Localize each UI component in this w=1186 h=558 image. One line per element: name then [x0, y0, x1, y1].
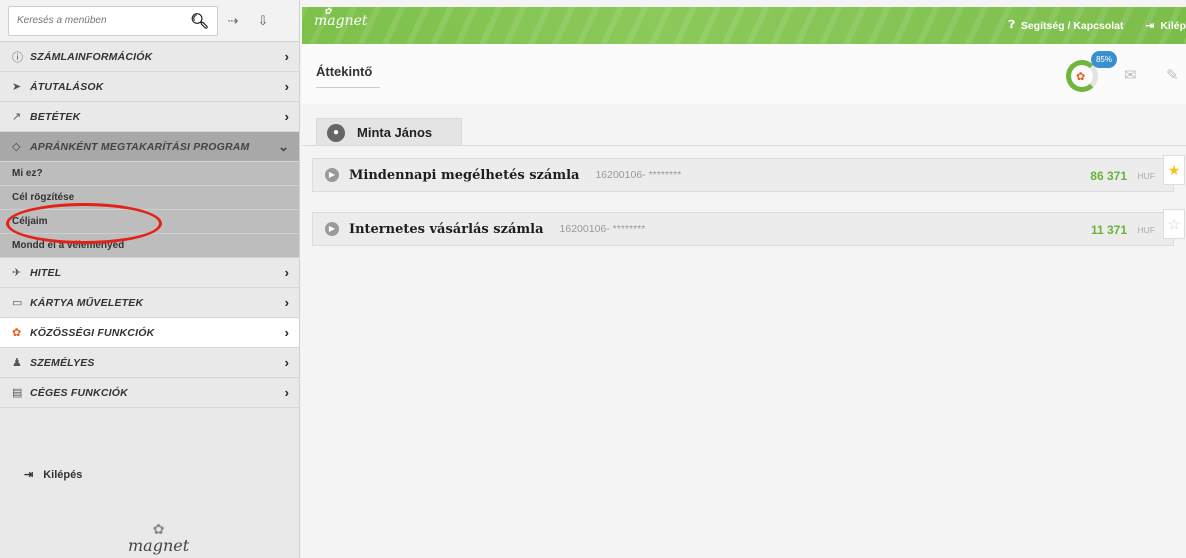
- star-outline-icon[interactable]: ☆: [1163, 209, 1185, 239]
- chevron-right-icon: ›: [284, 109, 289, 124]
- arrow-circle-icon: ➤: [12, 81, 22, 93]
- sidebar-item-label: APRÁNKÉNT MEGTAKARÍTÁSI PROGRAM: [30, 140, 250, 153]
- divider: [302, 145, 1186, 146]
- top-links: ❓︎ Segítség / Kapcsolat ⇥ Kilép: [1009, 7, 1186, 44]
- sidebar-item-szamlainformaciok[interactable]: ⓘ SZÁMLAINFORMÁCIÓK ›: [0, 42, 299, 72]
- search-icon[interactable]: 🔍︎: [190, 12, 209, 30]
- chevron-right-icon: ›: [284, 49, 289, 64]
- account-row[interactable]: ▶ Internetes vásárlás számla 16200106- *…: [312, 209, 1185, 246]
- account-number: 16200106- ********: [559, 223, 646, 235]
- sidebar-item-apranként-megtakaritasi-program[interactable]: ◇ APRÁNKÉNT MEGTAKARÍTÁSI PROGRAM ⌄: [0, 132, 299, 162]
- flower-icon: ✿: [324, 7, 332, 17]
- sidebar-item-kartya-muveletek[interactable]: ▭ KÁRTYA MŰVELETEK ›: [0, 288, 299, 318]
- question-icon: ❓︎: [1008, 19, 1015, 31]
- sidebar-menu: ⓘ SZÁMLAINFORMÁCIÓK › ➤ ÁTUTALÁSOK › ↗ B…: [0, 42, 299, 408]
- logout-icon: ⇥: [24, 469, 34, 481]
- chevron-right-icon: ▶: [325, 222, 339, 236]
- account-balance: 11 371: [1090, 223, 1127, 237]
- account-balance: 86 371: [1090, 169, 1127, 183]
- sidebar-item-label: BETÉTEK: [30, 110, 81, 123]
- chevron-right-icon: ▶: [325, 168, 339, 182]
- sidebar-item-label: KÖZÖSSÉGI FUNKCIÓK: [30, 326, 155, 339]
- brand-text: magnet: [314, 13, 368, 29]
- sidebar-item-label: SZÁMLAINFORMÁCIÓK: [30, 50, 153, 63]
- sidebar-item-label: KÁRTYA MŰVELETEK: [30, 296, 144, 309]
- top-logout-label: Kilép: [1160, 19, 1186, 32]
- topbar: ✿ magnet ❓︎ Segítség / Kapcsolat ⇥ Kilép: [302, 7, 1186, 44]
- community-icon: ✿: [1076, 71, 1086, 83]
- sidebar-item-label: ÁTUTALÁSOK: [30, 80, 104, 93]
- chevron-right-icon: ›: [284, 355, 289, 370]
- sidebar-item-ceges-funkciok[interactable]: ▤ CÉGES FUNKCIÓK ›: [0, 378, 299, 408]
- sidebar-item-kozossegi-funkciok[interactable]: ✿ KÖZÖSSÉGI FUNKCIÓK ›: [0, 318, 299, 348]
- sidebar-item-label: HITEL: [30, 266, 62, 279]
- help-label: Segítség / Kapcsolat: [1020, 19, 1124, 32]
- page-header: Áttekintő ✿ 85% ✉ ✎: [302, 44, 1186, 104]
- progress-badge: 85%: [1091, 51, 1117, 68]
- info-icon: ⓘ: [12, 51, 23, 64]
- help-link[interactable]: ❓︎ Segítség / Kapcsolat: [1009, 19, 1124, 32]
- edit-icon[interactable]: ✎: [1166, 66, 1179, 84]
- submenu-item-mondd-el[interactable]: Mondd el a véleményed: [0, 234, 299, 258]
- sidebar-item-hitel[interactable]: ✈ HITEL ›: [0, 258, 299, 288]
- account-row[interactable]: ▶ Mindennapi megélhetés számla 16200106-…: [312, 155, 1185, 192]
- sidebar-logout-link[interactable]: ⇥ Kilépés: [24, 468, 83, 482]
- sidebar-search-row: 🔍︎ ⇢ ⇩: [0, 0, 299, 42]
- flower-icon: ✿: [152, 521, 165, 537]
- card-icon: ▭: [12, 297, 23, 309]
- chevron-right-icon: ›: [284, 265, 289, 280]
- search-box[interactable]: 🔍︎: [8, 5, 218, 36]
- top-logout-link[interactable]: ⇥ Kilép: [1146, 20, 1186, 32]
- account-name: Mindennapi megélhetés számla: [349, 167, 580, 183]
- account-currency: HUF: [1137, 171, 1155, 181]
- building-icon: ▤: [12, 387, 23, 399]
- app-window: 🔍︎ ⇢ ⇩ ⓘ SZÁMLAINFORMÁCIÓK › ➤ ÁTUTALÁSO…: [0, 0, 1186, 558]
- page-title: Áttekintő: [316, 64, 373, 79]
- sidebar: 🔍︎ ⇢ ⇩ ⓘ SZÁMLAINFORMÁCIÓK › ➤ ÁTUTALÁSO…: [0, 0, 300, 558]
- user-name: Minta János: [357, 125, 433, 140]
- brand-logo[interactable]: ✿ magnet: [314, 7, 368, 29]
- plane-icon: ✈: [12, 267, 22, 279]
- diamond-icon: ◇: [12, 141, 21, 153]
- sidebar-item-betetek[interactable]: ↗ BETÉTEK ›: [0, 102, 299, 132]
- user-tab[interactable]: ● Minta János: [316, 118, 462, 146]
- chevron-down-icon: ⌄: [278, 138, 289, 154]
- chevron-right-icon: ›: [284, 295, 289, 310]
- account-currency: HUF: [1137, 225, 1155, 235]
- sidebar-item-atutalasok[interactable]: ➤ ÁTUTALÁSOK ›: [0, 72, 299, 102]
- chevron-right-icon: ›: [284, 325, 289, 340]
- user-icon: ♟: [12, 357, 22, 369]
- sidebar-item-label: CÉGES FUNKCIÓK: [30, 386, 128, 399]
- envelope-icon[interactable]: ✉: [1124, 66, 1137, 84]
- download-icon[interactable]: ⇩: [248, 13, 278, 29]
- account-name: Internetes vásárlás számla: [349, 221, 544, 237]
- community-icon: ✿: [12, 327, 22, 339]
- logout-label: Kilépés: [43, 468, 83, 481]
- submenu: Mi ez? Cél rögzítése Céljaim Mondd el a …: [0, 162, 299, 258]
- chevron-right-icon: ›: [284, 79, 289, 94]
- sidebar-item-label: SZEMÉLYES: [30, 356, 95, 369]
- title-underline: [316, 87, 380, 88]
- chevron-right-icon: ›: [284, 385, 289, 400]
- submenu-item-cel-rogzitese[interactable]: Cél rögzítése: [0, 186, 299, 210]
- logo-text: magnet: [128, 536, 190, 555]
- account-number: 16200106- ********: [595, 169, 682, 181]
- submenu-item-mi-ez[interactable]: Mi ez?: [0, 162, 299, 186]
- star-filled-icon[interactable]: ★: [1163, 155, 1185, 185]
- main-content: Áttekintő ✿ 85% ✉ ✎ ● Minta János ▶ Mind…: [302, 44, 1186, 558]
- logout-icon: ⇥: [1145, 19, 1155, 32]
- sidebar-item-szemelyes[interactable]: ♟ SZEMÉLYES ›: [0, 348, 299, 378]
- chart-icon: ↗: [12, 111, 22, 123]
- sidebar-logo: ✿ magnet: [128, 522, 189, 556]
- user-avatar-icon: ●: [327, 123, 345, 142]
- transfer-icon[interactable]: ⇢: [218, 13, 248, 29]
- submenu-item-celjaim[interactable]: Céljaim: [0, 210, 299, 234]
- search-input[interactable]: [17, 15, 190, 26]
